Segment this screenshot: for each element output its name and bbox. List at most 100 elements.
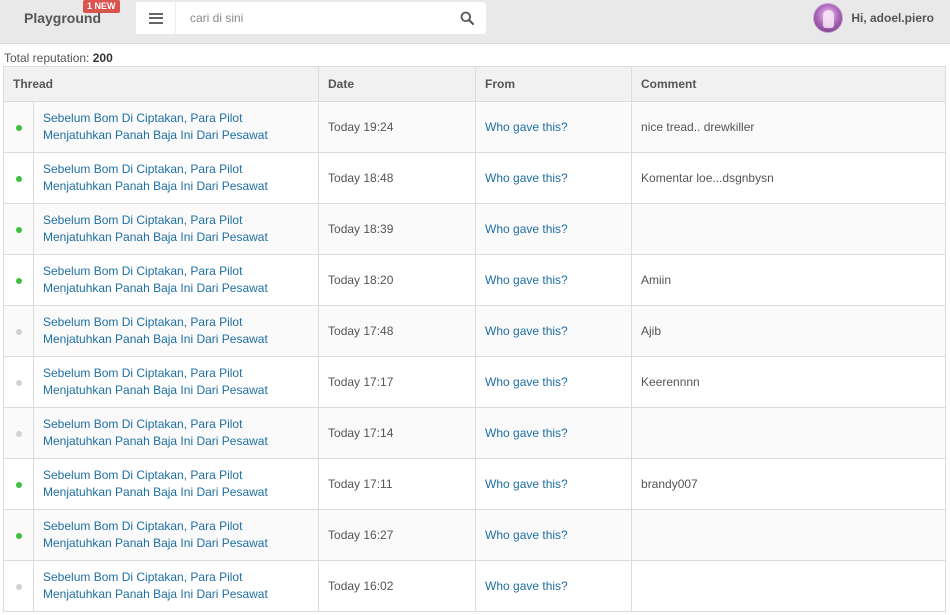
date-cell: Today 19:24 xyxy=(318,101,477,153)
table-row: Sebelum Bom Di Ciptakan, Para Pilot Menj… xyxy=(3,356,947,408)
date-cell: Today 16:02 xyxy=(318,560,477,612)
search-input[interactable] xyxy=(176,2,446,34)
status-dot-icon xyxy=(15,431,22,437)
top-bar: Playground 1 NEW Hi, adoel.piero xyxy=(0,0,950,44)
who-gave-this-link[interactable]: Who gave this? xyxy=(485,324,568,338)
who-gave-this-link[interactable]: Who gave this? xyxy=(485,273,568,287)
who-gave-this-link[interactable]: Who gave this? xyxy=(485,528,568,542)
who-gave-this-link[interactable]: Who gave this? xyxy=(485,222,568,236)
table-row: Sebelum Bom Di Ciptakan, Para Pilot Menj… xyxy=(3,509,947,561)
thread-link[interactable]: Sebelum Bom Di Ciptakan, Para Pilot Menj… xyxy=(43,161,318,195)
column-header-comment: Comment xyxy=(631,66,947,102)
comment-cell xyxy=(631,509,947,561)
thread-link[interactable]: Sebelum Bom Di Ciptakan, Para Pilot Menj… xyxy=(43,416,318,450)
table-row: Sebelum Bom Di Ciptakan, Para Pilot Menj… xyxy=(3,458,947,510)
thread-cell: Sebelum Bom Di Ciptakan, Para Pilot Menj… xyxy=(32,356,320,408)
who-gave-this-link[interactable]: Who gave this? xyxy=(485,171,568,185)
from-cell: Who gave this? xyxy=(475,203,633,255)
user-menu[interactable]: Hi, adoel.piero xyxy=(813,2,934,34)
reputation-value: 200 xyxy=(92,51,113,65)
who-gave-this-link[interactable]: Who gave this? xyxy=(485,477,568,491)
status-cell xyxy=(3,101,34,153)
thread-link[interactable]: Sebelum Bom Di Ciptakan, Para Pilot Menj… xyxy=(43,314,318,348)
status-dot-icon xyxy=(15,533,22,539)
comment-cell xyxy=(631,203,947,255)
date-cell: Today 17:11 xyxy=(318,458,477,510)
table-row: Sebelum Bom Di Ciptakan, Para Pilot Menj… xyxy=(3,254,947,306)
new-notification-badge[interactable]: 1 NEW xyxy=(83,0,120,13)
status-cell xyxy=(3,254,34,306)
comment-cell: Ajib xyxy=(631,305,947,357)
column-header-from: From xyxy=(475,66,633,102)
from-cell: Who gave this? xyxy=(475,458,633,510)
search-icon[interactable] xyxy=(460,11,474,25)
comment-cell xyxy=(631,407,947,459)
status-dot-icon xyxy=(15,329,22,335)
status-cell xyxy=(3,305,34,357)
thread-cell: Sebelum Bom Di Ciptakan, Para Pilot Menj… xyxy=(32,152,320,204)
status-dot-icon xyxy=(15,584,22,590)
thread-cell: Sebelum Bom Di Ciptakan, Para Pilot Menj… xyxy=(32,560,320,612)
from-cell: Who gave this? xyxy=(475,152,633,204)
status-cell xyxy=(3,356,34,408)
who-gave-this-link[interactable]: Who gave this? xyxy=(485,120,568,134)
thread-link[interactable]: Sebelum Bom Di Ciptakan, Para Pilot Menj… xyxy=(43,110,318,144)
column-header-date: Date xyxy=(318,66,477,102)
table-header-row: Thread Date From Comment xyxy=(2,66,947,102)
avatar[interactable] xyxy=(813,3,844,33)
thread-cell: Sebelum Bom Di Ciptakan, Para Pilot Menj… xyxy=(32,407,320,459)
user-greeting[interactable]: Hi, adoel.piero xyxy=(851,11,934,25)
thread-cell: Sebelum Bom Di Ciptakan, Para Pilot Menj… xyxy=(32,509,320,561)
status-dot-icon xyxy=(15,125,22,131)
table-row: Sebelum Bom Di Ciptakan, Para Pilot Menj… xyxy=(3,101,947,153)
thread-cell: Sebelum Bom Di Ciptakan, Para Pilot Menj… xyxy=(32,305,320,357)
thread-link[interactable]: Sebelum Bom Di Ciptakan, Para Pilot Menj… xyxy=(43,467,318,501)
from-cell: Who gave this? xyxy=(475,509,633,561)
date-cell: Today 17:17 xyxy=(318,356,477,408)
status-dot-icon xyxy=(15,227,22,233)
status-cell xyxy=(3,509,34,561)
date-cell: Today 17:48 xyxy=(318,305,477,357)
date-cell: Today 18:20 xyxy=(318,254,477,306)
status-dot-icon xyxy=(15,176,22,182)
table-row: Sebelum Bom Di Ciptakan, Para Pilot Menj… xyxy=(3,203,947,255)
column-header-thread: Thread xyxy=(2,66,320,102)
from-cell: Who gave this? xyxy=(475,560,633,612)
thread-cell: Sebelum Bom Di Ciptakan, Para Pilot Menj… xyxy=(32,203,320,255)
thread-link[interactable]: Sebelum Bom Di Ciptakan, Para Pilot Menj… xyxy=(43,365,318,399)
comment-cell: brandy007 xyxy=(631,458,947,510)
date-cell: Today 18:48 xyxy=(318,152,477,204)
thread-link[interactable]: Sebelum Bom Di Ciptakan, Para Pilot Menj… xyxy=(43,518,318,552)
hamburger-menu-icon xyxy=(148,12,163,24)
who-gave-this-link[interactable]: Who gave this? xyxy=(485,426,568,440)
comment-cell: Keerennnn xyxy=(631,356,947,408)
thread-cell: Sebelum Bom Di Ciptakan, Para Pilot Menj… xyxy=(32,254,320,306)
from-cell: Who gave this? xyxy=(475,101,633,153)
total-reputation: Total reputation: 200 xyxy=(4,51,113,65)
who-gave-this-link[interactable]: Who gave this? xyxy=(485,579,568,593)
status-cell xyxy=(3,203,34,255)
comment-cell: Amiin xyxy=(631,254,947,306)
comment-cell xyxy=(631,560,947,612)
thread-link[interactable]: Sebelum Bom Di Ciptakan, Para Pilot Menj… xyxy=(43,212,318,246)
from-cell: Who gave this? xyxy=(475,254,633,306)
from-cell: Who gave this? xyxy=(475,407,633,459)
comment-cell: Komentar loe...dsgnbysn xyxy=(631,152,947,204)
who-gave-this-link[interactable]: Who gave this? xyxy=(485,375,568,389)
thread-link[interactable]: Sebelum Bom Di Ciptakan, Para Pilot Menj… xyxy=(43,569,318,603)
search-box xyxy=(176,2,486,34)
reputation-table: Thread Date From Comment Sebelum Bom Di … xyxy=(2,66,947,612)
status-dot-icon xyxy=(15,380,22,386)
menu-button[interactable] xyxy=(136,2,176,34)
reputation-label: Total reputation: xyxy=(4,51,90,65)
table-row: Sebelum Bom Di Ciptakan, Para Pilot Menj… xyxy=(3,407,947,459)
table-row: Sebelum Bom Di Ciptakan, Para Pilot Menj… xyxy=(3,152,947,204)
thread-cell: Sebelum Bom Di Ciptakan, Para Pilot Menj… xyxy=(32,101,320,153)
from-cell: Who gave this? xyxy=(475,356,633,408)
thread-link[interactable]: Sebelum Bom Di Ciptakan, Para Pilot Menj… xyxy=(43,263,318,297)
status-dot-icon xyxy=(15,278,22,284)
status-cell xyxy=(3,560,34,612)
date-cell: Today 16:27 xyxy=(318,509,477,561)
status-cell xyxy=(3,407,34,459)
status-cell xyxy=(3,458,34,510)
